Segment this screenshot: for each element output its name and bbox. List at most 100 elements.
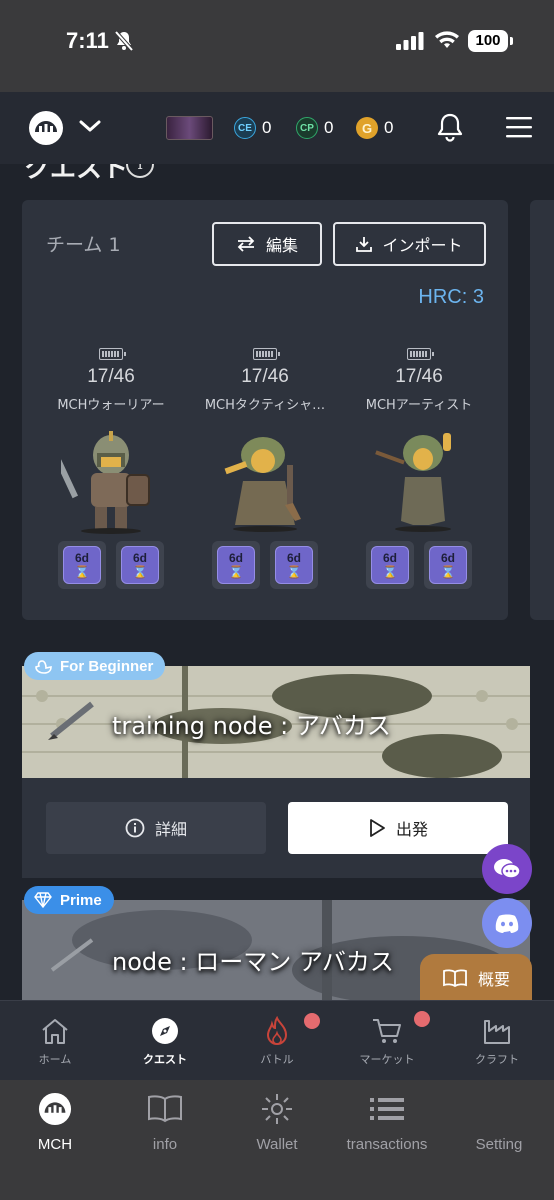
flame-icon [266, 1016, 288, 1045]
list-icon [370, 1098, 404, 1120]
notification-bell-icon[interactable] [436, 112, 464, 146]
overview-label: 概要 [477, 970, 510, 989]
account-dropdown-chevron-icon[interactable] [78, 118, 102, 138]
wallet-tab-bar: MCH info Wallet transactions Setting [0, 1080, 554, 1200]
node-title: training node : アバカス [112, 712, 391, 740]
tab-battle-label: バトル [260, 1053, 294, 1066]
tab-market-label: マーケット [359, 1053, 415, 1066]
cp-coin-icon: CP [296, 117, 318, 139]
tab-info-label: info [152, 1136, 178, 1153]
for-beginner-tag: For Beginner [24, 652, 166, 680]
team-name: チーム 1 [46, 234, 121, 256]
tab-home[interactable]: ホーム [0, 1015, 110, 1067]
discord-button[interactable] [482, 898, 532, 948]
stamina-battery-icon [253, 348, 280, 360]
info-icon[interactable]: i [126, 164, 154, 178]
hourglass-icon: ⌛ [228, 565, 244, 579]
edit-team-button[interactable]: 編集 [212, 222, 322, 266]
player-avatar[interactable] [166, 116, 213, 140]
market-notification-dot [414, 1011, 430, 1027]
factory-icon [484, 1020, 510, 1044]
currency-cp-value: 0 [324, 118, 334, 137]
gold-coin-icon: G [356, 117, 378, 139]
tab-wallet[interactable]: Wallet [222, 1090, 332, 1153]
skill-cooldown-badge: 6d ⌛ [270, 541, 318, 589]
hourglass-icon: ⌛ [382, 565, 398, 579]
skill-cooldown-badge: 6d ⌛ [424, 541, 472, 589]
open-book-icon [443, 969, 467, 988]
unit-name: MCHタクティシャ… [204, 398, 326, 413]
tab-mch-label: MCH [37, 1136, 73, 1153]
compass-icon [152, 1018, 178, 1044]
tab-transactions-label: transactions [346, 1136, 428, 1153]
skill-cooldown-badge: 6d ⌛ [366, 541, 414, 589]
node-start-label: 出発 [395, 820, 428, 839]
battle-notification-dot [304, 1013, 320, 1029]
cart-icon [373, 1019, 401, 1043]
currency-gold: G 0 [356, 116, 393, 140]
cellular-signal-icon [396, 32, 424, 54]
battery-indicator: 100 [468, 30, 513, 52]
import-team-button[interactable]: インポート [333, 222, 486, 266]
unit-name: MCHウォーリアー [57, 398, 165, 413]
hourglass-icon: ⌛ [132, 565, 148, 579]
node-title: node : ローマン アバカス [112, 948, 394, 976]
diamond-icon [34, 892, 52, 908]
prime-label: Prime [60, 891, 102, 909]
unit-stamina-count: 17/46 [241, 366, 289, 387]
tab-info[interactable]: info [110, 1090, 220, 1153]
node-details-button[interactable]: 詳細 [46, 802, 266, 854]
tab-mch[interactable]: MCH [0, 1090, 110, 1153]
hourglass-icon: ⌛ [74, 565, 90, 579]
node-banner[interactable]: training node : アバカス [22, 666, 530, 778]
hamburger-menu-icon[interactable] [506, 116, 532, 142]
status-time: 7:11 [66, 28, 109, 53]
tab-quest[interactable]: クエスト [110, 1015, 220, 1067]
play-icon [370, 819, 385, 837]
tactician-sprite [224, 437, 301, 532]
home-icon [42, 1019, 68, 1044]
book-icon [148, 1095, 182, 1123]
next-team-card[interactable] [530, 200, 554, 620]
team-unit[interactable]: 17/46 MCHタクティシャ… 6d ⌛ 6d ⌛ [190, 348, 340, 589]
tab-setting[interactable]: Setting [444, 1090, 554, 1153]
node-details-label: 詳細 [154, 820, 187, 839]
overview-button[interactable]: 概要 [420, 954, 532, 1000]
skill-cooldown-badge: 6d ⌛ [58, 541, 106, 589]
warrior-sprite [53, 431, 150, 534]
team-unit[interactable]: 17/46 MCHウォーリアー 6d ⌛ 6d ⌛ [36, 348, 186, 589]
ce-coin-icon: CE [234, 117, 256, 139]
tab-quest-label: クエスト [143, 1053, 187, 1066]
tab-setting-label: Setting [475, 1136, 523, 1153]
tab-home-label: ホーム [38, 1053, 72, 1066]
chat-bubbles-icon [494, 859, 521, 879]
skill-cooldown-badge: 6d ⌛ [116, 541, 164, 589]
node-start-button[interactable]: 出発 [288, 802, 508, 854]
prime-tag: Prime [24, 886, 114, 914]
currency-gold-value: 0 [384, 118, 394, 137]
chat-button[interactable] [482, 844, 532, 894]
currency-cp: CP 0 [296, 116, 333, 140]
tab-craft[interactable]: クラフト [442, 1015, 552, 1067]
mch-logo-icon[interactable] [28, 110, 64, 146]
tab-craft-label: クラフト [475, 1053, 519, 1066]
team-card: チーム 1 編集 インポート HRC: 3 17/46 MCHウォーリアー 6d… [22, 200, 508, 620]
stamina-battery-icon [99, 348, 126, 360]
unit-name: MCHアーティスト [365, 398, 473, 413]
artist-sprite [375, 433, 451, 532]
app-header: CE 0 CP 0 G 0 [0, 92, 554, 164]
unit-stamina-count: 17/46 [87, 366, 135, 387]
page-title: クエスト [24, 164, 129, 184]
bell-muted-icon [114, 30, 134, 56]
unit-stamina-count: 17/46 [395, 366, 443, 387]
sparkle-icon [262, 1094, 292, 1124]
tab-transactions[interactable]: transactions [332, 1090, 442, 1153]
for-beginner-label: For Beginner [60, 657, 154, 675]
quest-node-card: training node : アバカス 詳細 出発 [22, 666, 530, 878]
currency-ce-value: 0 [262, 118, 272, 137]
skill-cooldown-badge: 6d ⌛ [212, 541, 260, 589]
wifi-icon [434, 30, 460, 54]
discord-icon [495, 914, 519, 933]
quest-content: クエスト i チーム 1 編集 インポート HRC: 3 17/46 MCHウォ… [0, 164, 554, 1000]
team-unit[interactable]: 17/46 MCHアーティスト 6d ⌛ 6d ⌛ [344, 348, 494, 589]
